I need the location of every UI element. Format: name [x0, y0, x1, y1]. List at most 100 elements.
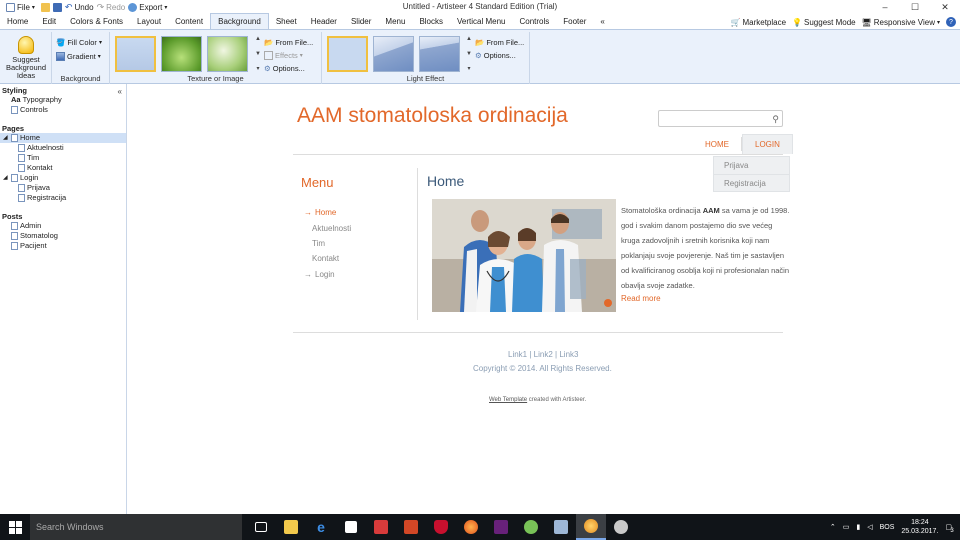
responsive-view-button[interactable]: 🖥 Responsive View ▾ — [862, 18, 940, 27]
texture-thumb-leaves[interactable] — [161, 36, 202, 72]
light-gallery-scroll[interactable]: ▲ ▼ ▾ — [465, 36, 473, 72]
footer-link-2[interactable]: Link2 — [534, 350, 553, 359]
submenu-item-registracija[interactable]: Registracija — [714, 174, 789, 191]
taskbar-mcafee[interactable] — [426, 514, 456, 540]
start-button[interactable] — [0, 514, 30, 540]
texture-from-file-button[interactable]: 📂 From File... — [264, 36, 313, 48]
tab-home[interactable]: Home — [0, 14, 35, 29]
sidebar-menu-item-home[interactable]: → Home — [304, 205, 351, 220]
tab-menu[interactable]: Menu — [378, 14, 412, 29]
effects-button[interactable]: Effects ▾ — [264, 49, 303, 61]
network-icon[interactable]: ▭ — [843, 523, 850, 531]
tree-item-home[interactable]: ◢ Home — [0, 133, 126, 143]
tree-item-typography[interactable]: Aa Typography — [0, 95, 126, 105]
expand-arrow-icon[interactable]: ◢ — [3, 133, 9, 143]
tab-edit[interactable]: Edit — [35, 14, 63, 29]
search-icon[interactable]: ⚲ — [772, 114, 779, 125]
web-template-link[interactable]: Web Template — [489, 397, 527, 403]
sidebar-menu-item-kontakt[interactable]: Kontakt — [304, 251, 351, 266]
tab-slider[interactable]: Slider — [344, 14, 378, 29]
taskbar-app-office[interactable] — [396, 514, 426, 540]
footer-link-1[interactable]: Link1 — [508, 350, 527, 359]
language-indicator[interactable]: BOS — [880, 524, 895, 531]
tree-item-aktuelnosti[interactable]: Aktuelnosti — [0, 143, 126, 153]
marketplace-button[interactable]: 🛒 Marketplace — [731, 18, 787, 27]
site-search-input[interactable]: ⚲ — [658, 110, 783, 127]
taskbar-search-box[interactable]: Search Windows — [30, 514, 242, 540]
tray-overflow-icon[interactable]: ⌃ — [830, 523, 836, 531]
clock[interactable]: 18:24 25.03.2017. — [901, 518, 938, 536]
tree-item-pacijent[interactable]: Pacijent — [0, 241, 126, 251]
fill-color-button[interactable]: 🪣 Fill Color ▾ — [56, 36, 102, 48]
tab-background[interactable]: Background — [210, 13, 269, 29]
file-menu[interactable]: File ▾ — [6, 2, 35, 12]
sidebar-menu-item-tim[interactable]: Tim — [304, 236, 351, 251]
tabs-overflow-button[interactable]: « — [593, 14, 611, 29]
site-title[interactable]: AAM stomatoloska ordinacija — [297, 104, 568, 128]
read-more-link[interactable]: Read more — [621, 294, 661, 303]
light-thumb-wave[interactable] — [419, 36, 460, 72]
task-view-button[interactable] — [246, 514, 276, 540]
aktuelnosti-label: Aktuelnosti — [27, 143, 64, 152]
tree-item-registracija[interactable]: Registracija — [0, 193, 126, 203]
taskbar-app-red[interactable] — [366, 514, 396, 540]
close-button[interactable]: ✕ — [930, 0, 960, 14]
nav-home[interactable]: HOME — [693, 134, 741, 154]
texture-thumb-blossom[interactable] — [207, 36, 248, 72]
tree-item-tim[interactable]: Tim — [0, 153, 126, 163]
light-thumb-diagonal[interactable] — [373, 36, 414, 72]
tree-item-kontakt[interactable]: Kontakt — [0, 163, 126, 173]
tab-header[interactable]: Header — [304, 14, 344, 29]
taskbar-file-explorer[interactable] — [276, 514, 306, 540]
texture-thumb-plain[interactable] — [115, 36, 156, 72]
tree-item-controls[interactable]: Controls — [0, 105, 126, 115]
tab-controls[interactable]: Controls — [512, 14, 556, 29]
light-thumb-none[interactable] — [327, 36, 368, 72]
volume-icon[interactable]: ◁ — [867, 523, 872, 531]
nav-login[interactable]: LOGIN — [742, 134, 793, 154]
open-icon[interactable] — [40, 2, 50, 12]
collapse-panel-button[interactable]: « — [118, 87, 122, 96]
tab-colors-fonts[interactable]: Colors & Fonts — [63, 14, 130, 29]
battery-icon[interactable]: ▮ — [856, 523, 860, 531]
tab-layout[interactable]: Layout — [130, 14, 168, 29]
expand-arrow-icon[interactable]: ◢ — [3, 173, 9, 183]
taskbar-store[interactable] — [336, 514, 366, 540]
tree-item-prijava[interactable]: Prijava — [0, 183, 126, 193]
sidebar-menu-item-aktuelnosti[interactable]: Aktuelnosti — [304, 221, 351, 236]
tab-sheet[interactable]: Sheet — [269, 14, 304, 29]
tab-blocks[interactable]: Blocks — [412, 14, 450, 29]
suggest-background-ideas-button[interactable]: Suggest Background Ideas — [6, 34, 46, 80]
suggest-mode-button[interactable]: 💡 Suggest Mode — [792, 18, 856, 27]
tab-vertical-menu[interactable]: Vertical Menu — [450, 14, 512, 29]
tree-item-stomatolog[interactable]: Stomatolog — [0, 231, 126, 241]
taskbar-firefox[interactable] — [456, 514, 486, 540]
taskbar-android-studio[interactable] — [516, 514, 546, 540]
minimize-button[interactable]: – — [870, 0, 900, 14]
light-options-button[interactable]: ⚙ Options... — [475, 49, 516, 61]
light-from-file-button[interactable]: 📂 From File... — [475, 36, 524, 48]
tab-footer[interactable]: Footer — [556, 14, 593, 29]
footer-link-3[interactable]: Link3 — [559, 350, 578, 359]
taskbar-app-tools[interactable] — [606, 514, 636, 540]
post-icon — [11, 232, 18, 240]
gradient-button[interactable]: Gradient ▾ — [56, 50, 101, 62]
redo-button[interactable]: ↷ Redo — [97, 2, 126, 13]
taskbar-app-window[interactable] — [546, 514, 576, 540]
tree-item-admin[interactable]: Admin — [0, 221, 126, 231]
action-center-button[interactable]: ▢ 3 — [945, 523, 953, 534]
texture-gallery-scroll[interactable]: ▲ ▼ ▾ — [254, 36, 262, 72]
save-icon[interactable] — [52, 2, 62, 12]
taskbar-edge[interactable]: e — [306, 514, 336, 540]
texture-options-button[interactable]: ⚙ Options... — [264, 62, 305, 74]
maximize-button[interactable]: ☐ — [900, 0, 930, 14]
tree-item-login[interactable]: ◢ Login — [0, 173, 126, 183]
tab-content[interactable]: Content — [168, 14, 210, 29]
taskbar-visual-studio[interactable] — [486, 514, 516, 540]
undo-button[interactable]: ↶ Undo — [65, 2, 94, 13]
export-button[interactable]: Export ▾ — [128, 2, 167, 12]
help-button[interactable]: ? — [946, 17, 956, 27]
taskbar-artisteer[interactable] — [576, 514, 606, 540]
submenu-item-prijava[interactable]: Prijava — [714, 157, 789, 174]
sidebar-menu-item-login[interactable]: → Login — [304, 267, 351, 282]
